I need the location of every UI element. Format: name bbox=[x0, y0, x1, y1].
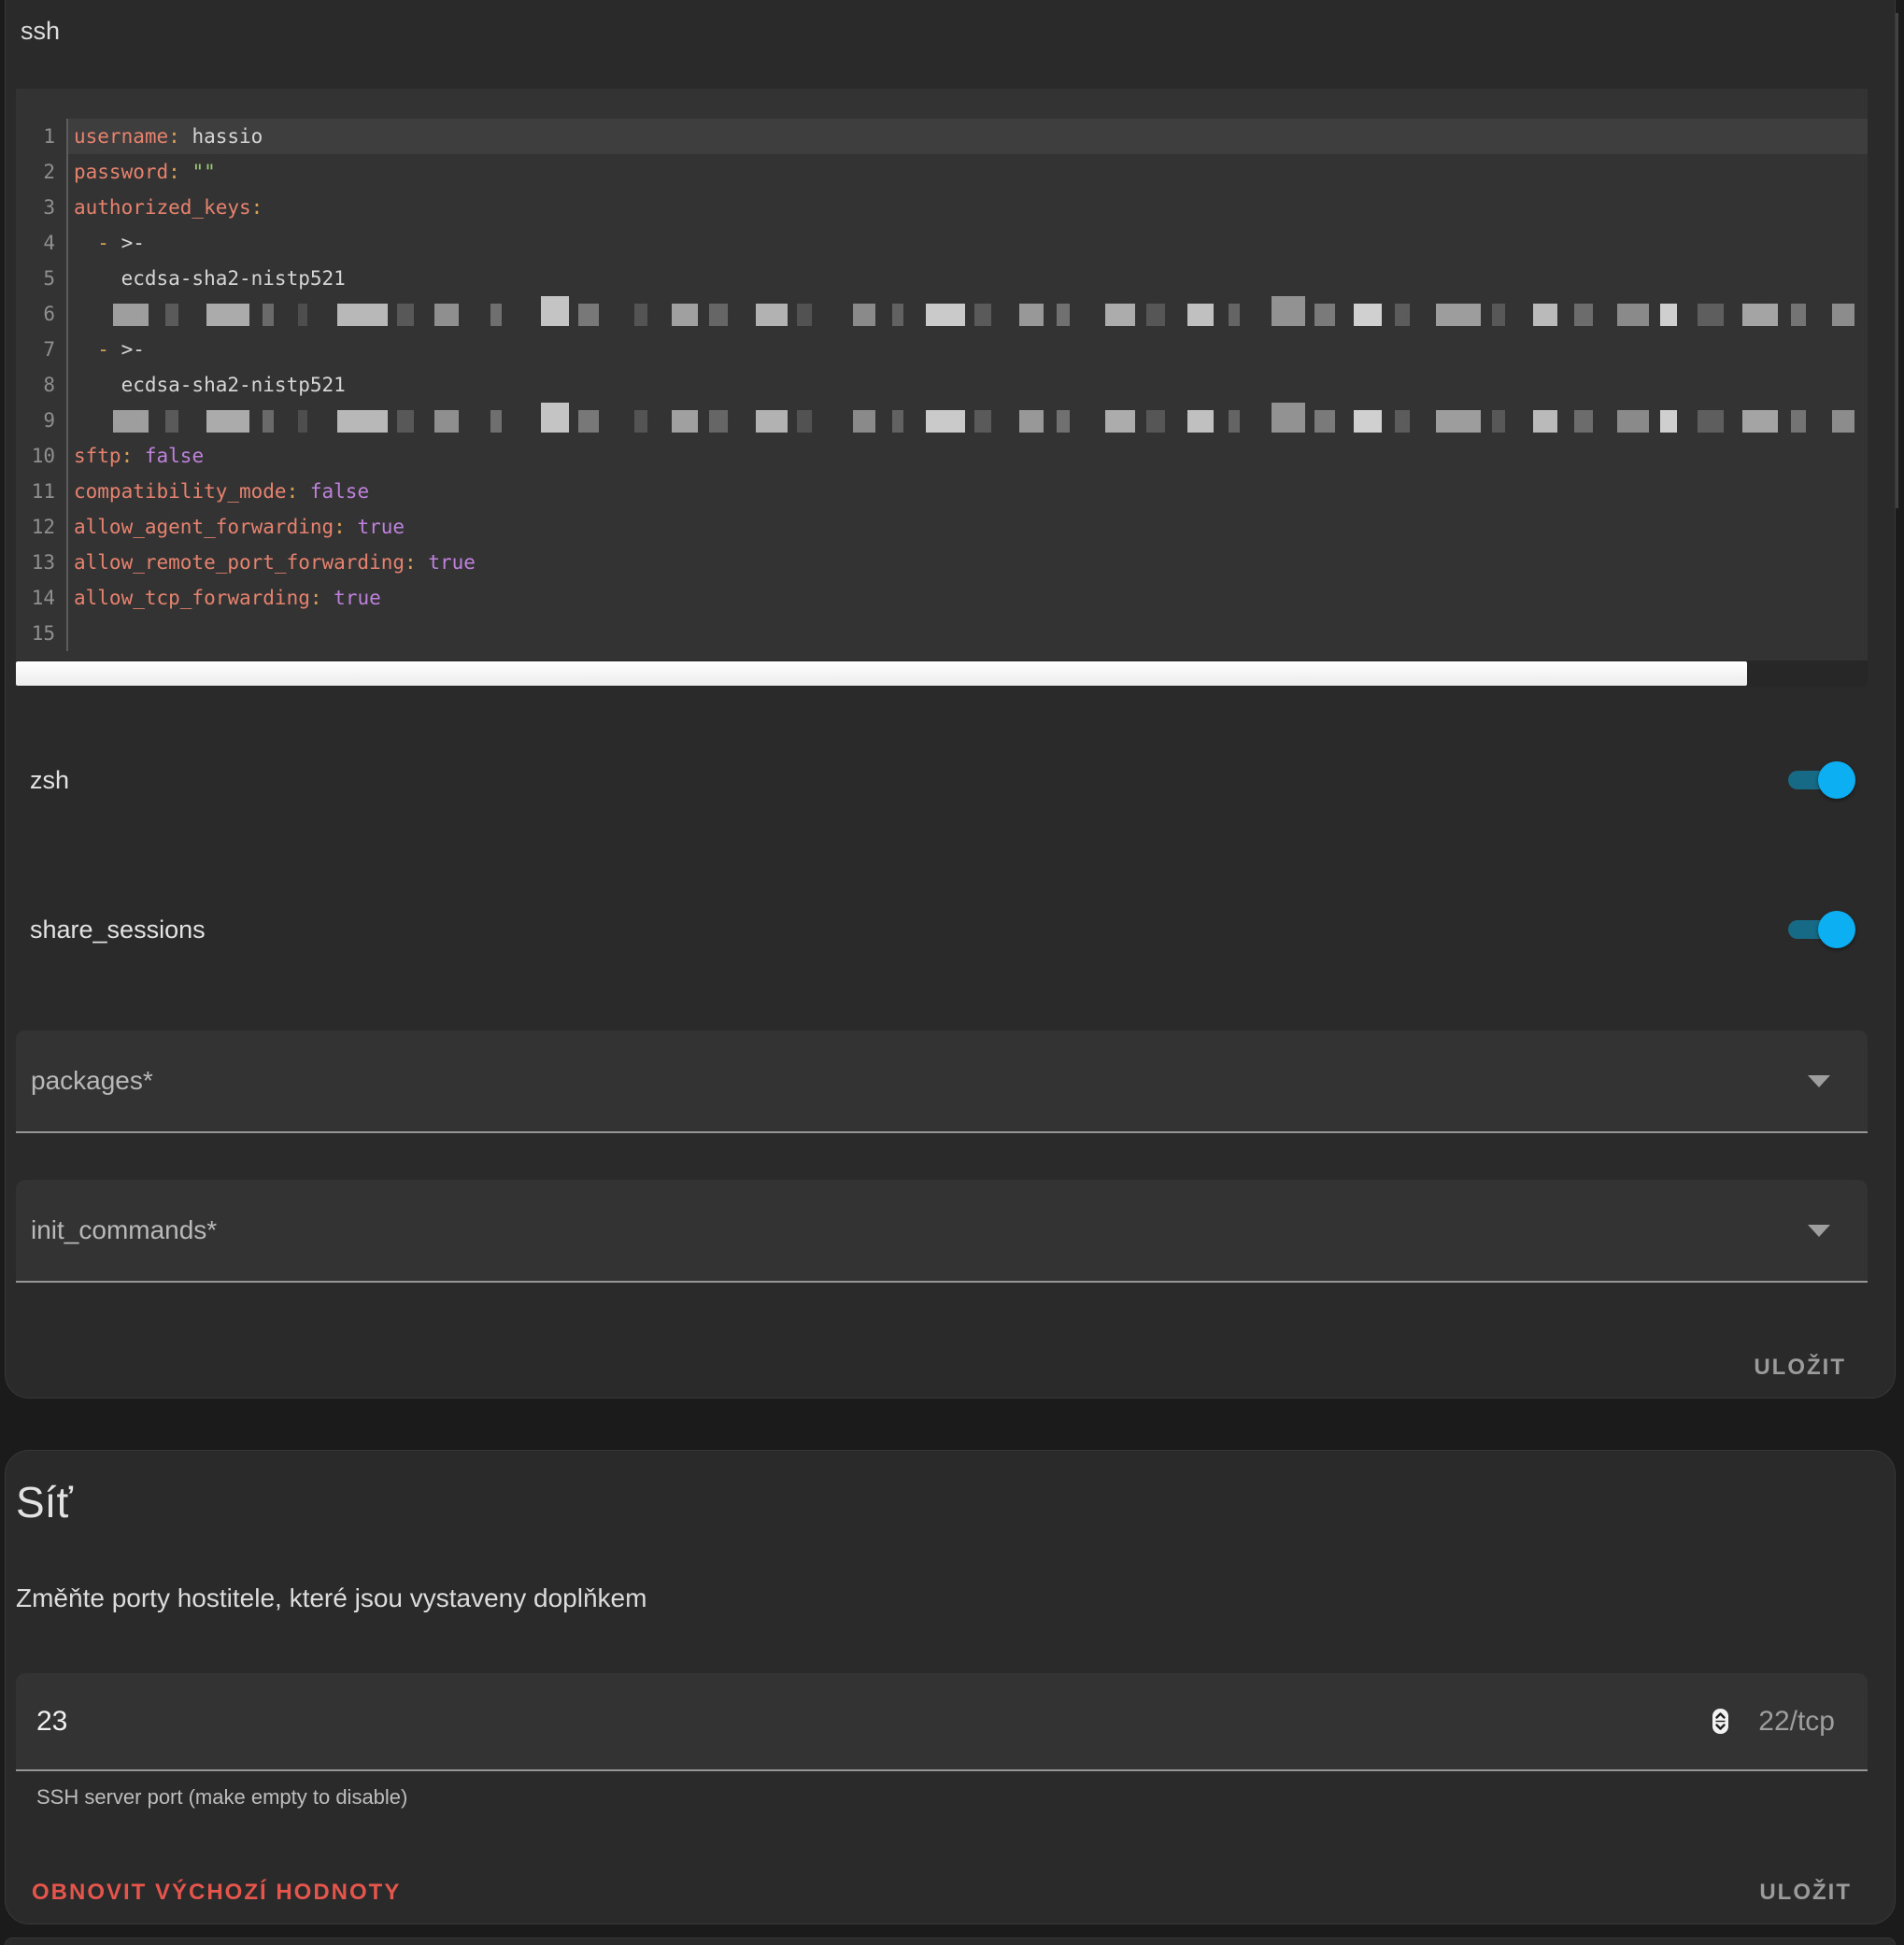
editor-line[interactable]: 11compatibility_mode: false bbox=[16, 474, 1868, 509]
redacted-key-content bbox=[68, 296, 1868, 332]
next-card-edge bbox=[5, 1938, 1896, 1945]
network-title: Síť bbox=[16, 1477, 73, 1527]
line-content: ecdsa-sha2-nistp521 bbox=[68, 261, 1868, 296]
line-number: 4 bbox=[16, 225, 68, 261]
ssh-port-helper-text: SSH server port (make empty to disable) bbox=[36, 1785, 407, 1810]
redacted-key-content bbox=[68, 403, 1868, 438]
editor-line[interactable]: 2password: "" bbox=[16, 154, 1868, 190]
line-number: 3 bbox=[16, 190, 68, 225]
line-content: username: hassio bbox=[68, 119, 1868, 154]
yaml-editor[interactable]: 1username: hassio2password: ""3authorize… bbox=[16, 89, 1868, 687]
line-number: 7 bbox=[16, 332, 68, 367]
editor-line[interactable]: 5 ecdsa-sha2-nistp521 bbox=[16, 261, 1868, 296]
init-commands-select[interactable]: init_commands* bbox=[16, 1180, 1868, 1283]
line-number: 8 bbox=[16, 367, 68, 403]
chevron-down-icon bbox=[1808, 1075, 1830, 1087]
packages-select-label: packages* bbox=[16, 1066, 1808, 1096]
editor-line[interactable]: 12allow_agent_forwarding: true bbox=[16, 509, 1868, 545]
line-number: 13 bbox=[16, 545, 68, 580]
save-network-button[interactable]: ULOŽIT bbox=[1754, 1870, 1857, 1915]
line-content: password: "" bbox=[68, 154, 1868, 190]
editor-line[interactable]: 15 bbox=[16, 616, 1868, 651]
editor-line[interactable]: 6 bbox=[16, 296, 1868, 332]
line-content: authorized_keys: bbox=[68, 190, 1868, 225]
line-content: compatibility_mode: false bbox=[68, 474, 1868, 509]
line-content: allow_remote_port_forwarding: true bbox=[68, 545, 1868, 580]
line-number: 15 bbox=[16, 616, 68, 651]
toggle-row-share-sessions: share_sessions bbox=[16, 892, 1868, 967]
toggle-row-zsh: zsh bbox=[16, 743, 1868, 817]
editor-line[interactable]: 14allow_tcp_forwarding: true bbox=[16, 580, 1868, 616]
line-content: sftp: false bbox=[68, 438, 1868, 474]
yaml-editor-content[interactable]: 1username: hassio2password: ""3authorize… bbox=[16, 89, 1868, 660]
ssh-port-input[interactable] bbox=[16, 1705, 1712, 1739]
ssh-section-label: ssh bbox=[21, 17, 60, 46]
network-actions-row: OBNOVIT VÝCHOZÍ HODNOTY ULOŽIT bbox=[6, 1860, 1895, 1925]
editor-line[interactable]: 3authorized_keys: bbox=[16, 190, 1868, 225]
editor-line[interactable]: 13allow_remote_port_forwarding: true bbox=[16, 545, 1868, 580]
init-commands-select-label: init_commands* bbox=[16, 1215, 1808, 1245]
line-number: 1 bbox=[16, 119, 68, 154]
editor-line[interactable]: 7 - >- bbox=[16, 332, 1868, 367]
line-number: 11 bbox=[16, 474, 68, 509]
editor-line[interactable]: 8 ecdsa-sha2-nistp521 bbox=[16, 367, 1868, 403]
editor-line[interactable]: 1username: hassio bbox=[16, 119, 1868, 154]
network-card: Síť Změňte porty hostitele, které jsou v… bbox=[5, 1450, 1896, 1924]
line-number: 12 bbox=[16, 509, 68, 545]
editor-line[interactable]: 10sftp: false bbox=[16, 438, 1868, 474]
line-number: 14 bbox=[16, 580, 68, 616]
line-content: allow_agent_forwarding: true bbox=[68, 509, 1868, 545]
line-content: ecdsa-sha2-nistp521 bbox=[68, 367, 1868, 403]
line-content: - >- bbox=[68, 332, 1868, 367]
reset-defaults-button[interactable]: OBNOVIT VÝCHOZÍ HODNOTY bbox=[26, 1870, 406, 1915]
toggle-thumb bbox=[1818, 911, 1855, 948]
line-content: - >- bbox=[68, 225, 1868, 261]
editor-line[interactable]: 9 bbox=[16, 403, 1868, 438]
share-sessions-toggle[interactable] bbox=[1788, 918, 1844, 941]
packages-select[interactable]: packages* bbox=[16, 1030, 1868, 1133]
toggle-thumb bbox=[1818, 761, 1855, 799]
editor-horizontal-scrollbar-track[interactable] bbox=[16, 660, 1868, 687]
line-number: 6 bbox=[16, 296, 68, 332]
share-sessions-label: share_sessions bbox=[16, 916, 1788, 944]
number-stepper-icon[interactable] bbox=[1712, 1709, 1728, 1734]
zsh-label: zsh bbox=[16, 766, 1788, 795]
line-number: 10 bbox=[16, 438, 68, 474]
network-description: Změňte porty hostitele, které jsou vysta… bbox=[16, 1583, 647, 1613]
line-content bbox=[68, 616, 1868, 651]
page-scrollbar-thumb[interactable] bbox=[1896, 13, 1898, 508]
save-config-button[interactable]: ULOŽIT bbox=[1748, 1345, 1852, 1390]
ssh-port-field[interactable]: 22/tcp bbox=[16, 1673, 1868, 1771]
chevron-down-icon bbox=[1808, 1225, 1830, 1237]
zsh-toggle[interactable] bbox=[1788, 769, 1844, 791]
line-content: allow_tcp_forwarding: true bbox=[68, 580, 1868, 616]
line-number: 2 bbox=[16, 154, 68, 190]
config-card: ssh 1username: hassio2password: ""3autho… bbox=[5, 0, 1896, 1398]
line-number: 9 bbox=[16, 403, 68, 438]
editor-horizontal-scrollbar-thumb[interactable] bbox=[16, 661, 1747, 686]
editor-line[interactable]: 4 - >- bbox=[16, 225, 1868, 261]
container-port-label: 22/tcp bbox=[1758, 1706, 1835, 1738]
line-number: 5 bbox=[16, 261, 68, 296]
